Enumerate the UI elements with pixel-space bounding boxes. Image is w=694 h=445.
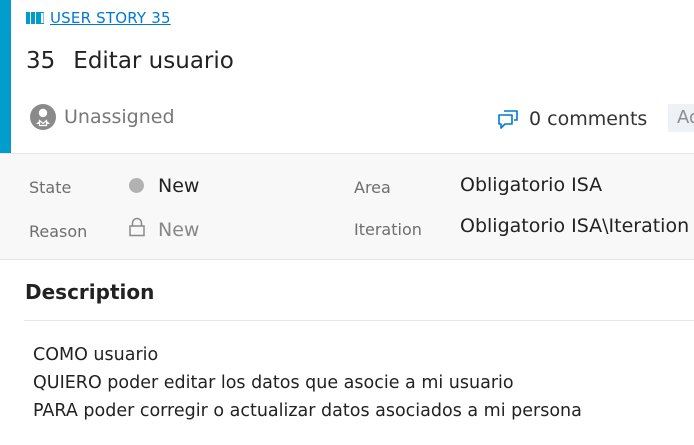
reason-field-label: Reason	[29, 222, 88, 241]
state-field-value[interactable]: New	[158, 175, 199, 197]
area-field-value[interactable]: Obligatorio ISA	[460, 174, 602, 196]
avatar-icon	[30, 104, 56, 130]
description-line: QUIERO poder editar los datos que asocie…	[33, 373, 514, 393]
state-field-label: State	[29, 178, 72, 197]
work-item-type-link[interactable]: USER STORY 35	[26, 8, 171, 28]
work-item-id: 35	[26, 48, 56, 74]
work-item-header: USER STORY 35 35 Editar usuario Unassign…	[0, 0, 694, 153]
description-heading: Description	[25, 280, 155, 304]
work-item-type-color-bar	[0, 0, 11, 153]
work-item-title-row: 35 Editar usuario	[26, 48, 234, 74]
comment-icon	[498, 110, 518, 129]
user-story-book-icon	[26, 12, 44, 24]
work-item-title[interactable]: Editar usuario	[73, 48, 234, 74]
work-item-type-label[interactable]: USER STORY 35	[50, 9, 171, 27]
description-divider	[24, 320, 694, 321]
description-line: COMO usuario	[33, 345, 159, 365]
comments-count-label[interactable]: 0 comments	[529, 108, 647, 130]
state-circle-icon	[129, 178, 144, 193]
iteration-field-label: Iteration	[354, 220, 422, 239]
description-line: PARA poder corregir o actualizar datos a…	[33, 401, 582, 421]
assigned-to-label: Unassigned	[64, 106, 175, 128]
description-body[interactable]: COMO usuario QUIERO poder editar los dat…	[33, 341, 582, 425]
work-item-fields-panel: State New Reason New Area Obligatorio IS…	[0, 153, 694, 260]
add-tag-button[interactable]: Ad	[668, 104, 694, 132]
comments-link[interactable]: 0 comments	[497, 108, 647, 130]
reason-field-value: New	[158, 219, 200, 241]
lock-icon	[129, 217, 145, 237]
assigned-to-control[interactable]: Unassigned	[30, 104, 175, 130]
area-field-label: Area	[354, 178, 391, 197]
iteration-field-value[interactable]: Obligatorio ISA\Iteration	[460, 215, 689, 237]
